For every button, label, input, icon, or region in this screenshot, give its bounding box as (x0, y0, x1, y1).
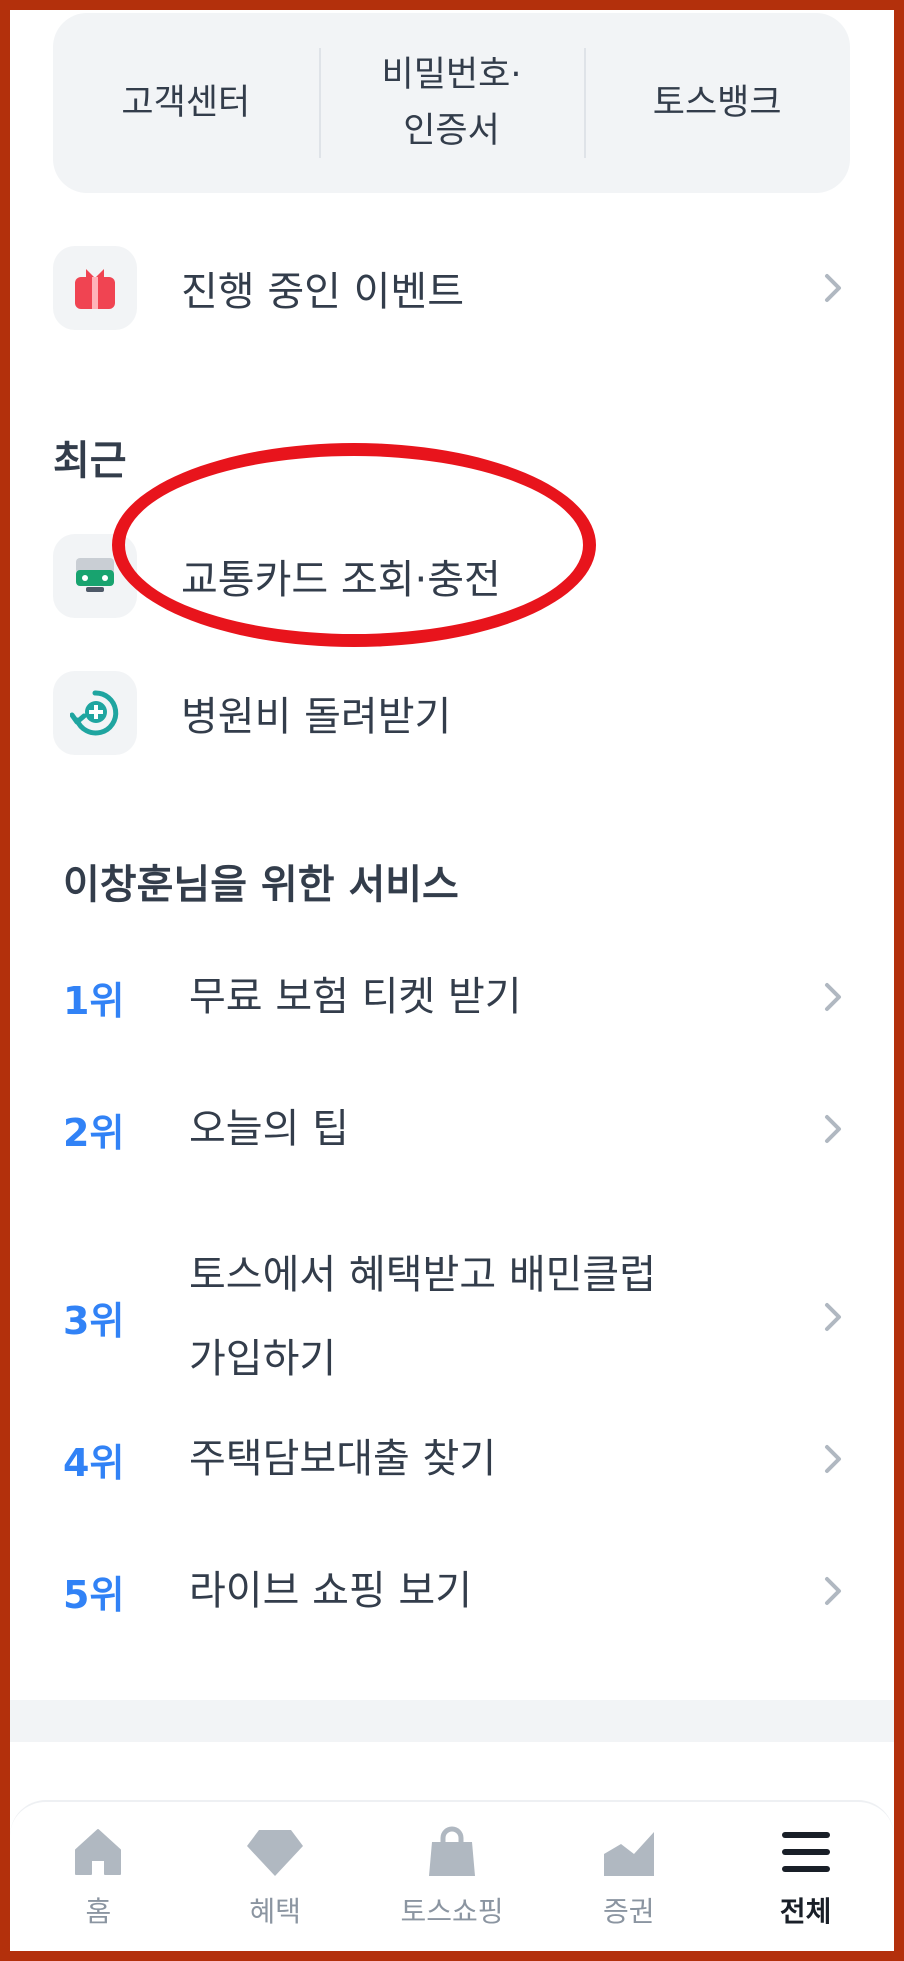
chevron-right-icon (813, 1439, 853, 1479)
quick-menu-label: 고객센터 (121, 83, 251, 123)
tab-stocks[interactable]: 증권 (549, 1802, 709, 1930)
tab-toss-shopping[interactable]: 토스쇼핑 (372, 1802, 532, 1930)
quick-menu-label: 비밀번호· 인증서 (381, 55, 522, 151)
service-label: 무료 보험 티켓 받기 (189, 974, 522, 1020)
tab-label: 증권 (603, 1895, 655, 1928)
gift-icon (53, 246, 137, 330)
services-section-title: 이창훈님을 위한 서비스 (63, 862, 459, 908)
menu-icon (781, 1832, 830, 1872)
recent-section-title: 최근 (53, 438, 127, 484)
service-rank: 3위 (63, 1298, 125, 1343)
chevron-right-icon (813, 1571, 853, 1611)
tab-label: 홈 (85, 1895, 112, 1928)
service-item[interactable]: 5위 라이브 쇼핑 보기 (63, 1561, 853, 1621)
tab-all[interactable]: 전체 (726, 1802, 886, 1930)
service-label: 토스에서 혜택받고 배민클럽 가입하기 (189, 1252, 657, 1382)
service-rank: 4위 (63, 1440, 125, 1485)
stock-chart-icon (603, 1832, 654, 1876)
annotation-ellipse (112, 443, 596, 647)
service-label: 주택담보대출 찾기 (189, 1436, 497, 1482)
service-item[interactable]: 1위 무료 보험 티켓 받기 (63, 967, 853, 1027)
service-rank: 2위 (63, 1110, 125, 1155)
quick-menu-customer-center[interactable]: 고객센터 (53, 13, 319, 193)
service-item[interactable]: 3위 토스에서 혜택받고 배민클럽 가입하기 (63, 1233, 853, 1401)
service-rank: 1위 (63, 978, 125, 1023)
events-label: 진행 중인 이벤트 (181, 269, 465, 315)
chevron-right-icon (813, 1109, 853, 1149)
chevron-right-icon (813, 268, 853, 308)
home-icon (75, 1829, 122, 1875)
events-row[interactable]: 진행 중인 이벤트 (53, 246, 853, 330)
tab-label: 전체 (779, 1895, 832, 1928)
quick-menu: 고객센터 비밀번호· 인증서 토스뱅크 (53, 13, 850, 193)
quick-menu-label: 토스뱅크 (652, 83, 782, 123)
tab-label: 혜택 (249, 1895, 301, 1928)
chevron-right-icon (813, 977, 853, 1017)
service-item[interactable]: 4위 주택담보대출 찾기 (63, 1429, 853, 1489)
service-rank: 5위 (63, 1572, 125, 1617)
tab-label: 토스쇼핑 (400, 1895, 504, 1928)
quick-menu-password-certificate[interactable]: 비밀번호· 인증서 (318, 13, 585, 193)
gem-icon (247, 1830, 304, 1876)
shopping-bag-icon (428, 1826, 475, 1876)
quick-menu-toss-bank[interactable]: 토스뱅크 (584, 13, 850, 193)
recent-item-hospital-refund[interactable]: 병원비 돌려받기 (53, 671, 853, 755)
service-item[interactable]: 2위 오늘의 팁 (63, 1099, 853, 1159)
chevron-right-icon (813, 1297, 853, 1337)
section-divider (10, 1700, 894, 1742)
hospital-refund-icon (53, 671, 137, 755)
bottom-tab-bar: 홈 혜택 토스쇼핑 증권 전체 (10, 1800, 894, 1953)
service-label: 오늘의 팁 (189, 1106, 349, 1152)
tab-home[interactable]: 홈 (18, 1802, 178, 1930)
tab-benefits[interactable]: 혜택 (195, 1802, 355, 1930)
service-label: 라이브 쇼핑 보기 (189, 1568, 473, 1614)
recent-item-label: 병원비 돌려받기 (181, 694, 452, 740)
